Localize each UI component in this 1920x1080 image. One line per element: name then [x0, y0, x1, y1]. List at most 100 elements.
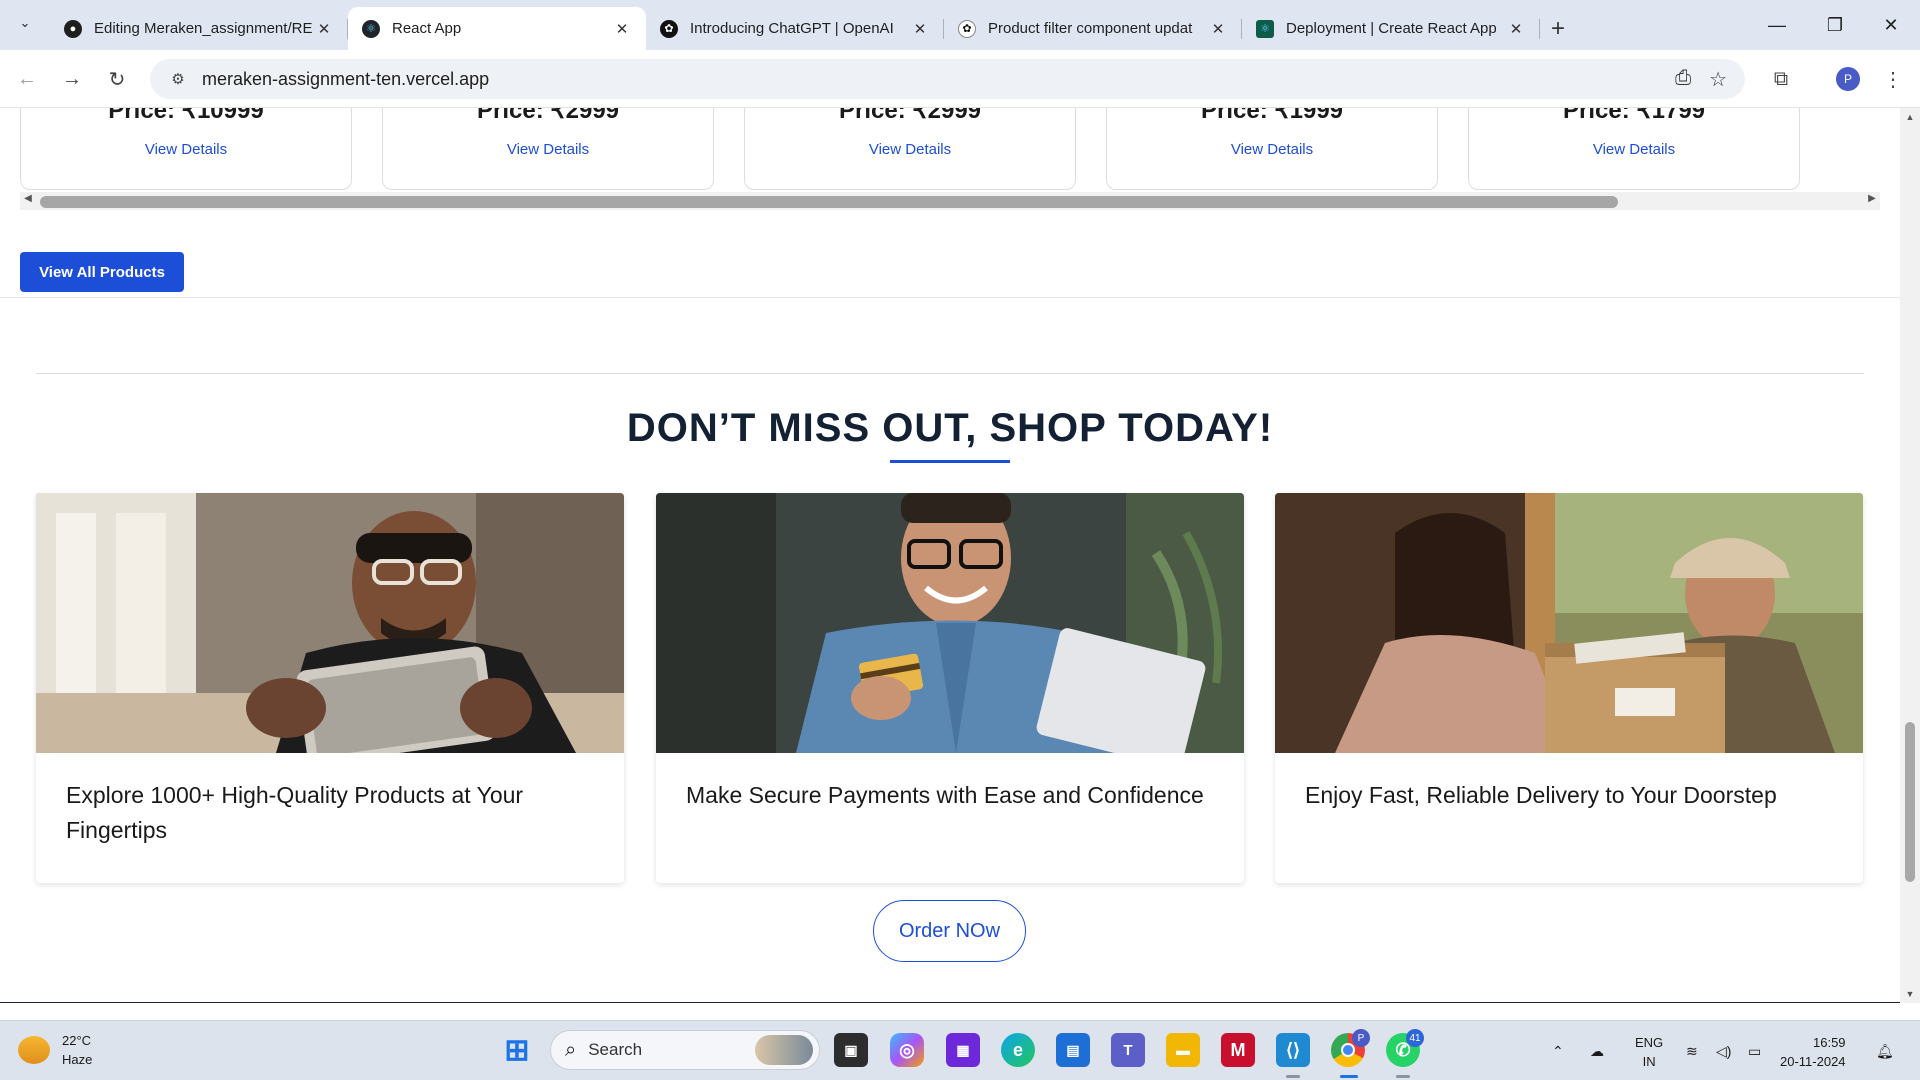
- page-vertical-scrollbar[interactable]: ▲ ▼: [1900, 108, 1920, 1003]
- active-app-indicator: [1340, 1075, 1358, 1078]
- footer: [0, 1002, 1900, 1003]
- taskbar-search-box[interactable]: ⌕ Search: [550, 1030, 820, 1070]
- address-bar[interactable]: ⚙ meraken-assignment-ten.vercel.app ⎙ ☆: [150, 59, 1745, 99]
- tab-product-filter[interactable]: ✿ Product filter component updat ✕: [944, 7, 1242, 50]
- scroll-up-arrow-icon[interactable]: ▲: [1900, 112, 1920, 122]
- tab-deployment[interactable]: ⚛ Deployment | Create React App ✕: [1242, 7, 1540, 50]
- vscode-icon[interactable]: ⟨⟩: [1276, 1033, 1310, 1067]
- view-details-link[interactable]: View Details: [383, 141, 713, 158]
- divider-line: [36, 373, 1864, 374]
- tab-separator: [1539, 19, 1540, 39]
- view-details-link[interactable]: View Details: [745, 141, 1075, 158]
- close-window-button[interactable]: ✕: [1862, 0, 1920, 50]
- scrollbar-thumb[interactable]: [1905, 722, 1915, 882]
- whatsapp-notification-badge: 41: [1406, 1029, 1424, 1047]
- widgets-icon[interactable]: ▦: [946, 1033, 980, 1067]
- browser-tab-bar: ⌄ ● Editing Meraken_assignment/RE ✕ ⚛ Re…: [0, 0, 1920, 50]
- tab-search-chevron-icon[interactable]: ⌄: [10, 8, 40, 38]
- product-price: Price: ₹1799: [1562, 108, 1706, 124]
- feature-caption: Explore 1000+ High-Quality Products at Y…: [66, 782, 524, 843]
- product-price: Price: ₹10999: [108, 108, 264, 124]
- wifi-icon[interactable]: ≋: [1686, 1021, 1698, 1080]
- forward-button[interactable]: →: [57, 64, 87, 94]
- search-highlight-image: [755, 1035, 813, 1065]
- product-card: Price: ₹1999 View Details: [1106, 108, 1438, 190]
- react-icon: ⚛: [362, 19, 380, 38]
- heading-underline: [890, 460, 1010, 463]
- tray-chevron-icon[interactable]: ⌃: [1552, 1021, 1564, 1080]
- teams-icon[interactable]: T: [1111, 1033, 1145, 1067]
- language-code: ENG: [1635, 1035, 1664, 1050]
- running-indicator: [1286, 1075, 1300, 1078]
- file-explorer-icon[interactable]: ▬: [1166, 1033, 1200, 1067]
- carousel-horizontal-scrollbar[interactable]: ◀ ▶: [20, 192, 1880, 210]
- product-price: Price: ₹1999: [1200, 108, 1344, 124]
- windows-taskbar: 22°C Haze ⊞ ⌕ Search ▣ ◎ ▦ e ▤ T ▬ M ⟨⟩ …: [0, 1020, 1920, 1080]
- url-text[interactable]: meraken-assignment-ten.vercel.app: [202, 69, 489, 90]
- feature-card-payments: Make Secure Payments with Ease and Confi…: [656, 493, 1244, 883]
- site-info-icon[interactable]: ⚙: [160, 70, 196, 88]
- close-icon[interactable]: ✕: [314, 20, 334, 38]
- reload-button[interactable]: ↻: [102, 64, 132, 94]
- menu-icon[interactable]: ⋮: [1878, 64, 1908, 94]
- order-now-button[interactable]: Order NOw: [873, 900, 1026, 962]
- close-icon[interactable]: ✕: [1506, 20, 1526, 38]
- weather-widget[interactable]: 22°C Haze: [18, 1031, 92, 1069]
- github-icon: ●: [64, 19, 82, 38]
- microsoft-store-icon[interactable]: ▤: [1056, 1033, 1090, 1067]
- copilot-icon[interactable]: ◎: [890, 1033, 924, 1067]
- install-app-icon[interactable]: ⎙: [1675, 67, 1691, 92]
- view-details-link[interactable]: View Details: [1469, 141, 1799, 158]
- product-card: Price: ₹2999 View Details: [382, 108, 714, 190]
- task-view-icon[interactable]: ▣: [834, 1033, 868, 1067]
- close-icon[interactable]: ✕: [1208, 20, 1228, 38]
- product-card: Price: ₹2999 View Details: [744, 108, 1076, 190]
- notification-bell-icon[interactable]: 🔔︎: [1876, 1021, 1894, 1080]
- haze-weather-icon: [18, 1036, 50, 1064]
- scroll-down-arrow-icon[interactable]: ▼: [1900, 989, 1920, 999]
- onedrive-icon[interactable]: ☁: [1590, 1021, 1604, 1080]
- feature-card-products: Explore 1000+ High-Quality Products at Y…: [36, 493, 624, 883]
- view-all-products-button[interactable]: View All Products: [20, 252, 184, 292]
- edge-icon[interactable]: e: [1001, 1033, 1035, 1067]
- product-price: Price: ₹2999: [476, 108, 620, 124]
- tab-github[interactable]: ● Editing Meraken_assignment/RE ✕: [50, 7, 348, 50]
- restore-button[interactable]: ❐: [1806, 0, 1864, 50]
- volume-icon[interactable]: ◁): [1716, 1021, 1731, 1080]
- profile-avatar[interactable]: P: [1836, 67, 1860, 91]
- clock-date: 20-11-2024: [1780, 1054, 1846, 1069]
- language-indicator[interactable]: ENG IN: [1635, 1033, 1663, 1071]
- system-clock[interactable]: 16:59 20-11-2024: [1780, 1033, 1846, 1071]
- feature-card-delivery: Enjoy Fast, Reliable Delivery to Your Do…: [1275, 493, 1863, 883]
- product-card: Price: ₹10999 View Details: [20, 108, 352, 190]
- close-icon[interactable]: ✕: [910, 20, 930, 38]
- mcafee-icon[interactable]: M: [1221, 1033, 1255, 1067]
- new-tab-button[interactable]: +: [1540, 7, 1576, 50]
- windows-start-icon[interactable]: ⊞: [500, 1033, 534, 1067]
- tab-react-app[interactable]: ⚛ React App ✕: [348, 7, 646, 50]
- openai-icon: ✿: [660, 19, 678, 38]
- back-button[interactable]: ←: [12, 64, 42, 94]
- clock-time: 16:59: [1813, 1035, 1846, 1050]
- close-icon[interactable]: ✕: [612, 20, 632, 38]
- scrollbar-thumb[interactable]: [40, 196, 1618, 208]
- minimize-button[interactable]: —: [1748, 0, 1806, 50]
- scroll-right-arrow-icon[interactable]: ▶: [1864, 193, 1880, 204]
- running-indicator: [1396, 1075, 1410, 1078]
- weather-text: 22°C Haze: [62, 1031, 92, 1069]
- tab-title: Product filter component updat: [988, 20, 1193, 37]
- tab-chatgpt[interactable]: ✿ Introducing ChatGPT | OpenAI ✕: [646, 7, 944, 50]
- battery-icon[interactable]: ▭: [1748, 1021, 1761, 1080]
- tab-title: React App: [392, 20, 462, 37]
- address-toolbar: ← → ↻ ⚙ meraken-assignment-ten.vercel.ap…: [0, 50, 1920, 108]
- man-with-credit-card-image: [656, 493, 1244, 753]
- view-details-link[interactable]: View Details: [1107, 141, 1437, 158]
- bookmark-star-icon[interactable]: ☆: [1709, 67, 1727, 92]
- extensions-icon[interactable]: ⧉: [1766, 64, 1796, 94]
- feature-caption: Make Secure Payments with Ease and Confi…: [686, 782, 1204, 808]
- view-details-link[interactable]: View Details: [21, 141, 351, 158]
- tab-title: Editing Meraken_assignment/RE: [94, 20, 313, 37]
- region-code: IN: [1642, 1054, 1656, 1069]
- tab-title: Deployment | Create React App: [1286, 20, 1497, 37]
- scroll-left-arrow-icon[interactable]: ◀: [20, 193, 36, 204]
